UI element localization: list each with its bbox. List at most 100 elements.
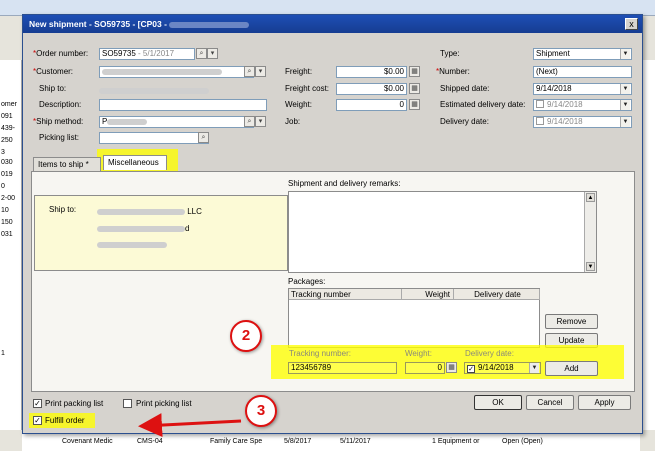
column-header-weight[interactable]: Weight [402,289,454,300]
freight-field[interactable]: $0.00 [336,66,407,78]
ok-button[interactable]: OK [474,395,522,410]
ship-method-lookup-icon[interactable]: ⌕ [244,116,255,127]
delivery-date-label: Delivery date: [440,117,489,126]
type-select[interactable]: Shipment [533,48,632,60]
tab-items-to-ship[interactable]: Items to ship * [33,157,101,172]
remove-button[interactable]: Remove [545,314,598,329]
redacted-ship-method [107,118,148,125]
number-field[interactable]: (Next) [533,66,632,78]
shipped-date-field[interactable]: 9/14/2018 [533,83,632,95]
bg-cell: omer [1,101,17,108]
ship-to-box: Ship to: LLC d [34,195,288,271]
redacted-customer [102,68,222,75]
ship-method-options-icon[interactable]: ▾ [255,116,266,127]
callout-3: 3 [245,395,277,427]
misc-ship-to-label: Ship to: [49,205,77,214]
freight-cost-label: Freight cost: [285,84,330,93]
picking-list-field[interactable] [99,132,209,144]
description-label: Description: [39,100,82,109]
print-picking-list-checkbox[interactable] [123,399,132,408]
chevron-down-icon[interactable]: ▼ [620,49,630,59]
order-number-field[interactable]: SO59735 - 5/1/2017 [99,48,195,60]
customer-lookup-icon[interactable]: ⌕ [244,66,255,77]
tracking-number-field[interactable]: 123456789 [288,362,397,374]
number-label: *Number: [436,67,470,76]
chevron-down-icon[interactable]: ▼ [620,84,630,94]
order-lookup-icon[interactable]: ⌕ [196,48,207,59]
bg-cell: 439- [1,125,16,132]
bg-cell: 1 [1,350,5,357]
fulfill-order-checkbox[interactable]: ✓ [33,416,42,425]
package-delivery-date-label: Delivery date: [465,349,514,358]
scroll-down-icon[interactable]: ▼ [586,262,595,271]
print-packing-list-checkbox[interactable]: ✓ [33,399,42,408]
customer-label: *Customer: [33,67,74,76]
description-field[interactable] [99,99,267,111]
redacted-address [97,241,167,248]
order-options-icon[interactable]: ▾ [207,48,218,59]
chevron-down-icon[interactable]: ▼ [620,100,630,110]
delivery-date-field[interactable]: 9/14/2018 [533,116,632,128]
customer-field[interactable] [99,66,254,78]
remarks-textarea[interactable]: ▲ ▼ [288,191,597,273]
bg-cell: 2-00 [1,195,16,202]
redacted-address [97,225,185,232]
weight-field[interactable]: 0 [336,99,407,111]
remarks-label: Shipment and delivery remarks: [288,179,401,188]
tab-miscellaneous[interactable]: Miscellaneous [103,155,167,170]
bg-row-cell: Open (Open) [502,438,543,445]
callout-2: 2 [230,320,262,352]
scroll-up-icon[interactable]: ▲ [586,193,595,202]
bg-row-cell: CMS-04 [137,438,163,445]
column-header-tracking[interactable]: Tracking number [289,289,402,300]
ship-to-line-2: d [97,224,189,233]
print-picking-list-label: Print picking list [136,399,192,408]
tracking-number-label: Tracking number: [289,349,351,358]
ship-method-field[interactable]: P [99,116,254,128]
background-bottom-row: Covenant Medic CMS-04 Family Care Spe 5/… [22,433,640,451]
bg-cell: 091 [1,113,13,120]
dialog-titlebar: New shipment - SO59735 - [CP03 - [23,15,642,33]
chevron-down-icon[interactable]: ▼ [529,363,539,373]
calculator-icon[interactable]: ▦ [409,66,420,77]
calculator-icon[interactable]: ▦ [446,362,457,373]
column-header-delivery-date[interactable]: Delivery date [454,289,540,300]
package-weight-label: Weight: [405,349,432,358]
ship-to-value [99,86,209,95]
remarks-scrollbar[interactable]: ▲ ▼ [584,192,596,272]
packages-grid[interactable]: Tracking number Weight Delivery date [288,288,540,348]
weight-label: Weight: [285,100,312,109]
type-label: Type: [440,49,460,58]
cancel-button[interactable]: Cancel [526,395,574,410]
bg-cell: 150 [1,219,13,226]
ship-method-label: *Ship method: [33,117,84,126]
order-number-label: *Order number: [33,49,89,58]
add-button[interactable]: Add [545,361,598,376]
bg-cell: 10 [1,207,9,214]
customer-options-icon[interactable]: ▾ [255,66,266,77]
calculator-icon[interactable]: ▦ [409,83,420,94]
new-shipment-dialog: New shipment - SO59735 - [CP03 - x *Orde… [22,14,643,434]
background-left-column: omer 091 439- 250 3 030 019 0 2-00 10 15… [0,60,22,430]
packages-label: Packages: [288,277,326,286]
ship-to-line-3 [97,240,167,249]
redacted-address [97,208,185,215]
job-label: Job: [285,117,301,126]
bg-cell: 030 [1,159,13,166]
calculator-icon[interactable]: ▦ [409,99,420,110]
picking-list-label: Picking list: [39,133,80,142]
package-weight-field[interactable]: 0 [405,362,445,374]
apply-button[interactable]: Apply [578,395,631,410]
bg-cell: 031 [1,231,13,238]
print-packing-list-label: Print packing list [45,399,104,408]
freight-cost-field[interactable]: $0.00 [336,83,407,95]
bg-row-cell: Family Care Spe [210,438,263,445]
close-button[interactable]: x [625,18,638,30]
bg-row-cell: Covenant Medic [62,438,113,445]
dialog-title: New shipment - SO59735 - [CP03 - [29,19,170,29]
bg-cell: 0 [1,183,5,190]
ship-to-label: Ship to: [39,84,67,93]
estimated-delivery-field[interactable]: 9/14/2018 [533,99,632,111]
chevron-down-icon[interactable]: ▼ [620,117,630,127]
picking-list-lookup-icon[interactable]: ⌕ [198,132,209,143]
